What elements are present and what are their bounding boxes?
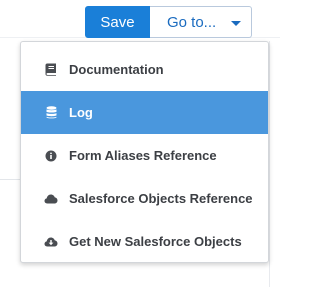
toolbar-button-group: Save Go to... bbox=[85, 6, 252, 38]
menu-item-get-new-salesforce-objects[interactable]: Get New Salesforce Objects bbox=[21, 220, 268, 263]
cloud-download-icon bbox=[43, 234, 59, 250]
cloud-icon bbox=[43, 191, 59, 207]
book-icon bbox=[43, 62, 59, 78]
database-icon bbox=[43, 105, 59, 121]
goto-dropdown-menu: Documentation Log Form Aliases Reference… bbox=[20, 41, 269, 263]
menu-item-label: Form Aliases Reference bbox=[69, 148, 217, 163]
save-button[interactable]: Save bbox=[85, 6, 150, 38]
menu-item-salesforce-objects-reference[interactable]: Salesforce Objects Reference bbox=[21, 177, 268, 220]
menu-item-label: Salesforce Objects Reference bbox=[69, 191, 253, 206]
menu-item-label: Documentation bbox=[69, 62, 164, 77]
caret-down-icon bbox=[231, 20, 242, 26]
page: Save Go to... Documentation Log Form Ali… bbox=[0, 0, 280, 287]
info-circle-icon bbox=[43, 148, 59, 164]
menu-item-documentation[interactable]: Documentation bbox=[21, 48, 268, 91]
menu-item-label: Get New Salesforce Objects bbox=[69, 234, 242, 249]
menu-item-form-aliases-reference[interactable]: Form Aliases Reference bbox=[21, 134, 268, 177]
goto-label: Go to... bbox=[167, 13, 217, 31]
menu-item-log[interactable]: Log bbox=[21, 91, 268, 134]
menu-item-label: Log bbox=[69, 105, 93, 120]
goto-dropdown-button[interactable]: Go to... bbox=[150, 6, 252, 38]
divider bbox=[269, 41, 270, 287]
